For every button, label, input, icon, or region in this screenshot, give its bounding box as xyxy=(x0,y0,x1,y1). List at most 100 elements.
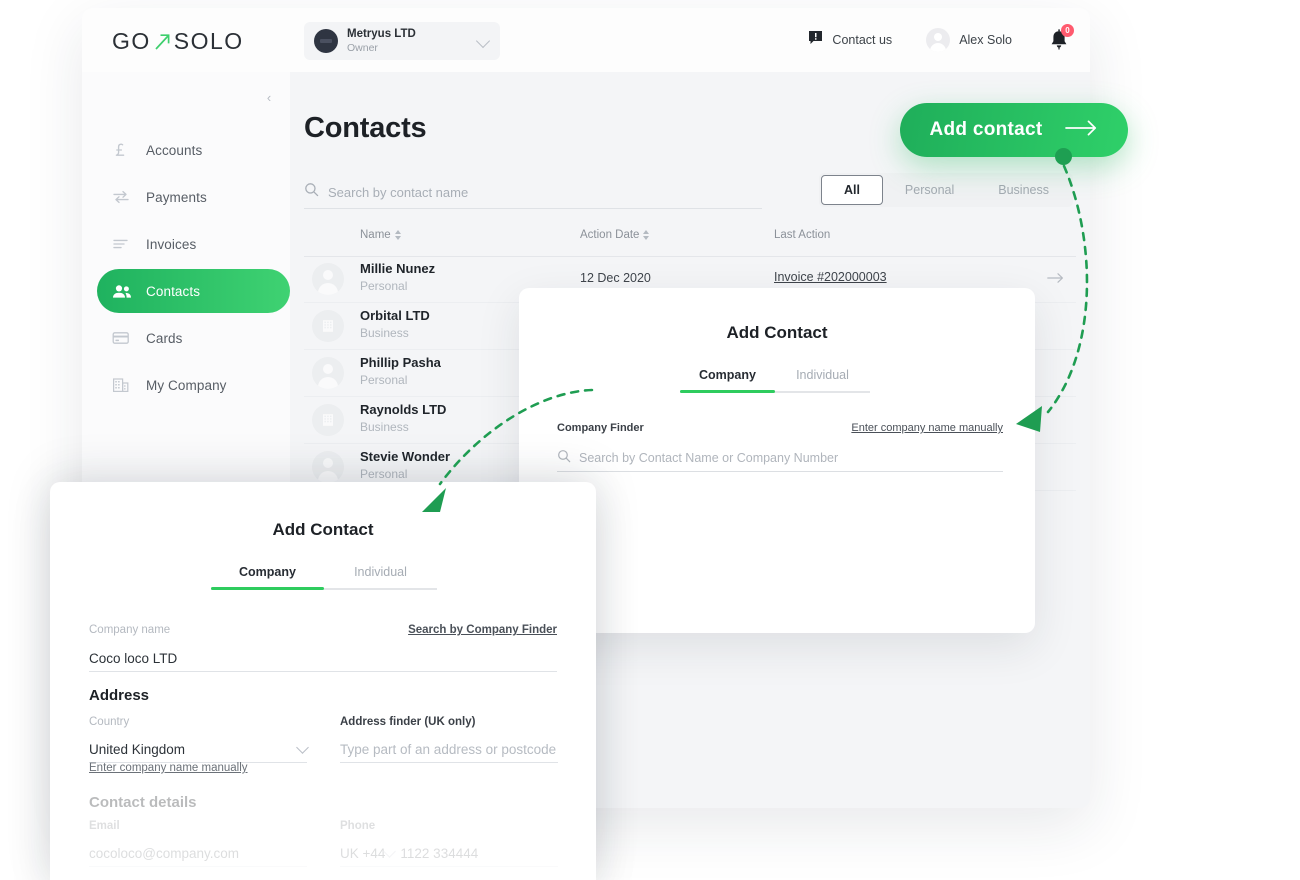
annotation-anchor-dot xyxy=(1055,148,1072,165)
notifications-button[interactable]: 0 xyxy=(1046,24,1074,53)
phone-label: Phone xyxy=(340,820,376,832)
feedback-icon xyxy=(808,30,823,50)
contact-name: Stevie Wonder xyxy=(360,449,451,464)
contact-us-label: Contact us xyxy=(832,33,893,47)
contact-name: Orbital LTD xyxy=(360,308,430,323)
email-value: cocoloco@company.com xyxy=(89,845,240,861)
modal-title: Add Contact xyxy=(272,520,374,539)
contact-name: Phillip Pasha xyxy=(360,355,441,370)
sidebar-item-cards[interactable]: Cards xyxy=(82,316,290,360)
brand-logo[interactable]: GO SOLO xyxy=(112,28,244,55)
notification-badge: 0 xyxy=(1061,24,1074,37)
phone-prefix[interactable]: UK +44 xyxy=(340,846,385,861)
enter-company-name-manually-link[interactable]: Enter company name manually xyxy=(89,762,248,774)
org-switcher[interactable]: Metryus LTD Owner xyxy=(304,22,500,60)
sidebar-item-payments[interactable]: Payments xyxy=(82,175,290,219)
top-bar: GO SOLO Metryus LTD Owner Contact us Ale… xyxy=(82,8,1090,72)
filter-all[interactable]: All xyxy=(820,175,883,205)
building-icon xyxy=(312,310,344,342)
building-icon xyxy=(112,375,134,395)
modal-title: Add Contact xyxy=(726,323,828,342)
company-name-input[interactable]: Coco loco LTD xyxy=(89,645,557,672)
sidebar-collapse-button[interactable]: ‹ xyxy=(262,91,276,105)
search-input[interactable]: Search by contact name xyxy=(304,176,762,209)
company-name-label: Company name xyxy=(89,624,171,636)
avatar-icon xyxy=(312,451,344,483)
avatar-icon xyxy=(926,28,951,52)
company-finder-label: Company Finder xyxy=(557,422,644,434)
tab-active-indicator xyxy=(680,390,775,393)
logo-text-left: GO xyxy=(112,28,151,54)
email-input[interactable]: cocoloco@company.com xyxy=(89,840,307,867)
contact-details-heading: Contact details xyxy=(89,794,197,811)
chevron-down-icon xyxy=(296,740,309,754)
contact-type-filter: All Personal Business xyxy=(818,173,1073,207)
contact-name: Millie Nunez xyxy=(360,261,436,276)
filter-personal[interactable]: Personal xyxy=(883,175,976,205)
company-name-value: Coco loco LTD xyxy=(89,650,178,666)
column-header-name[interactable]: Name xyxy=(360,229,402,241)
user-name: Alex Solo xyxy=(959,33,1012,47)
phone-input[interactable]: UK +44 1122 334444 xyxy=(340,840,558,867)
sidebar-item-label: Payments xyxy=(146,189,207,205)
contact-type: Business xyxy=(360,326,409,340)
org-role: Owner xyxy=(347,42,378,55)
column-header-action-date[interactable]: Action Date xyxy=(580,229,650,241)
filter-business[interactable]: Business xyxy=(976,175,1071,205)
country-label: Country xyxy=(89,716,130,728)
contact-type: Business xyxy=(360,420,409,434)
company-finder-placeholder: Search by Contact Name or Company Number xyxy=(579,451,839,465)
contact-last-action-link[interactable]: Invoice #202000003 xyxy=(774,270,887,284)
transfer-icon xyxy=(112,187,134,207)
page-root: GO SOLO Metryus LTD Owner Contact us Ale… xyxy=(0,0,1300,880)
chevron-down-icon xyxy=(383,844,397,858)
pound-icon xyxy=(112,140,134,160)
org-avatar xyxy=(314,29,338,53)
search-icon xyxy=(304,182,319,202)
company-finder-field: Company Finder Enter company name manual… xyxy=(557,422,1003,472)
search-by-company-finder-link[interactable]: Search by Company Finder xyxy=(408,624,557,636)
sidebar-item-label: My Company xyxy=(146,377,227,393)
email-field: Email cocoloco@company.com xyxy=(89,820,307,867)
sort-icon[interactable] xyxy=(394,229,402,241)
add-contact-label: Add contact xyxy=(929,119,1043,140)
add-contact-manual-modal: Add Contact Company Individual Company n… xyxy=(50,482,596,880)
country-field: Country United Kingdom xyxy=(89,716,309,763)
address-finder-input[interactable]: Type part of an address or postcode xyxy=(340,736,558,763)
user-menu[interactable]: Alex Solo xyxy=(926,28,1012,52)
sidebar-item-label: Cards xyxy=(146,330,183,346)
tab-individual[interactable]: Individual xyxy=(324,565,437,590)
tab-active-indicator xyxy=(211,587,324,590)
country-value: United Kingdom xyxy=(89,741,186,757)
company-name-field: Company name Search by Company Finder Co… xyxy=(89,624,557,672)
column-header-label: Action Date xyxy=(580,229,640,241)
sidebar-item-invoices[interactable]: Invoices xyxy=(82,222,290,266)
sort-icon[interactable] xyxy=(643,229,650,241)
avatar-icon xyxy=(312,357,344,389)
people-icon xyxy=(112,281,134,301)
tab-individual[interactable]: Individual xyxy=(775,368,870,393)
sidebar-item-accounts[interactable]: Accounts xyxy=(82,128,290,172)
sidebar-item-label: Contacts xyxy=(146,283,201,299)
add-contact-button[interactable]: Add contact xyxy=(900,103,1128,157)
phone-number-value: 1122 334444 xyxy=(400,845,479,861)
arrow-right-icon[interactable] xyxy=(1047,271,1064,289)
contact-us-button[interactable]: Contact us xyxy=(808,30,892,50)
modal-tabs: Company Individual xyxy=(211,565,437,590)
sidebar-item-label: Accounts xyxy=(146,142,203,158)
add-contact-company-finder-modal: Add Contact Company Individual Company F… xyxy=(519,288,1035,633)
enter-company-name-manually-link[interactable]: Enter company name manually xyxy=(851,422,1003,434)
logo-text-right: SOLO xyxy=(173,28,244,54)
sidebar-item-contacts[interactable]: Contacts xyxy=(97,269,290,313)
org-name: Metryus LTD xyxy=(347,27,416,40)
contact-action-date: 12 Dec 2020 xyxy=(580,271,651,285)
address-finder-placeholder: Type part of an address or postcode xyxy=(340,741,557,757)
top-bar-actions: Contact us Alex Solo 0 xyxy=(808,8,1074,72)
chevron-down-icon xyxy=(475,33,491,49)
sidebar-item-my-company[interactable]: My Company xyxy=(82,363,290,407)
company-finder-input[interactable]: Search by Contact Name or Company Number xyxy=(557,445,1003,472)
contact-name: Raynolds LTD xyxy=(360,402,447,417)
address-finder-field: Address finder (UK only) Type part of an… xyxy=(340,716,558,763)
sidebar-item-label: Invoices xyxy=(146,236,197,252)
country-select[interactable]: United Kingdom xyxy=(89,736,309,763)
